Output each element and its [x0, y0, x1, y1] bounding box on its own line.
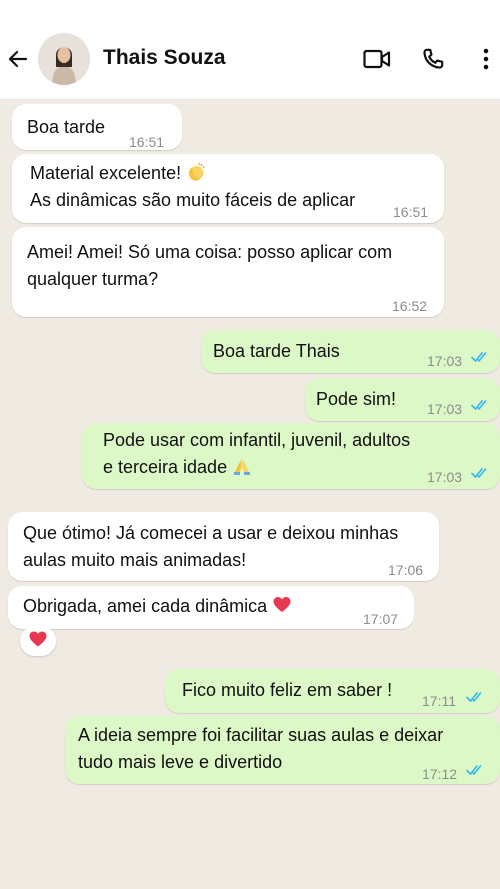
chat-header: Thais Souza	[0, 0, 500, 100]
outgoing-message[interactable]: Pode usar com infantil, juvenil, adultos…	[82, 423, 500, 489]
message-time: 16:52	[392, 298, 428, 314]
incoming-message[interactable]: Obrigada, amei cada dinâmica 17:07	[8, 586, 414, 629]
incoming-message[interactable]: Boa tarde 16:51	[12, 104, 182, 150]
incoming-message[interactable]: Amei! Amei! Só uma coisa: posso aplicar …	[12, 227, 444, 317]
red-heart-icon	[28, 630, 48, 653]
outgoing-message[interactable]: A ideia sempre foi facilitar suas aulas …	[65, 716, 500, 784]
read-receipt-icon	[471, 400, 487, 411]
message-text-line: As dinâmicas são muito fáceis de aplicar	[30, 190, 356, 210]
message-time: 17:06	[388, 562, 424, 578]
contact-name[interactable]: Thais Souza	[103, 46, 226, 70]
reaction-badge[interactable]	[20, 626, 56, 656]
message-text: Obrigada, amei cada dinâmica	[23, 596, 268, 616]
message-time: 16:51	[129, 134, 165, 150]
message-text: Fico muito feliz em saber !	[182, 680, 393, 700]
message-text: Pode sim!	[316, 389, 397, 409]
message-time: 17:03	[427, 469, 463, 485]
outgoing-message[interactable]: Pode sim! 17:03	[305, 378, 500, 421]
red-heart-icon	[272, 595, 292, 615]
message-text-line: e terceira idade	[103, 457, 228, 477]
message-time: 17:12	[422, 766, 458, 782]
message-time: 17:07	[363, 611, 399, 627]
message-list[interactable]: Boa tarde 16:51 Material excelente! As d…	[0, 100, 500, 889]
folded-hands-icon	[232, 456, 252, 476]
outgoing-message[interactable]: Fico muito feliz em saber ! 17:11	[165, 669, 500, 713]
read-receipt-icon	[471, 468, 487, 479]
message-text-line: aulas muito mais animadas!	[23, 550, 247, 570]
message-text-line: tudo mais leve e divertido	[78, 752, 283, 772]
clapping-hands-icon	[186, 162, 206, 182]
avatar[interactable]	[38, 33, 90, 85]
video-call-icon[interactable]	[362, 44, 392, 74]
voice-call-icon[interactable]	[418, 44, 448, 74]
message-text-line: qualquer turma?	[27, 269, 159, 289]
incoming-message[interactable]: Material excelente! As dinâmicas são mui…	[12, 154, 444, 223]
message-time: 17:03	[427, 401, 463, 417]
read-receipt-icon	[471, 352, 487, 363]
more-options-icon[interactable]	[474, 44, 498, 74]
message-text-line: Material excelente!	[30, 163, 182, 183]
message-text-line: Que ótimo! Já comecei a usar e deixou mi…	[23, 523, 399, 543]
message-text: Boa tarde	[27, 117, 106, 137]
message-time: 16:51	[393, 204, 429, 220]
message-text: Boa tarde Thais	[213, 341, 340, 361]
incoming-message[interactable]: Que ótimo! Já comecei a usar e deixou mi…	[8, 512, 439, 581]
back-arrow-icon[interactable]	[4, 45, 32, 73]
read-receipt-icon	[466, 692, 482, 703]
message-time: 17:11	[422, 693, 456, 709]
message-text-line: A ideia sempre foi facilitar suas aulas …	[78, 725, 444, 745]
message-text-line: Amei! Amei! Só uma coisa: posso aplicar …	[27, 242, 393, 262]
read-receipt-icon	[466, 765, 482, 776]
message-time: 17:03	[427, 353, 463, 369]
outgoing-message[interactable]: Boa tarde Thais 17:03	[201, 330, 500, 373]
message-text-line: Pode usar com infantil, juvenil, adultos	[103, 430, 411, 450]
